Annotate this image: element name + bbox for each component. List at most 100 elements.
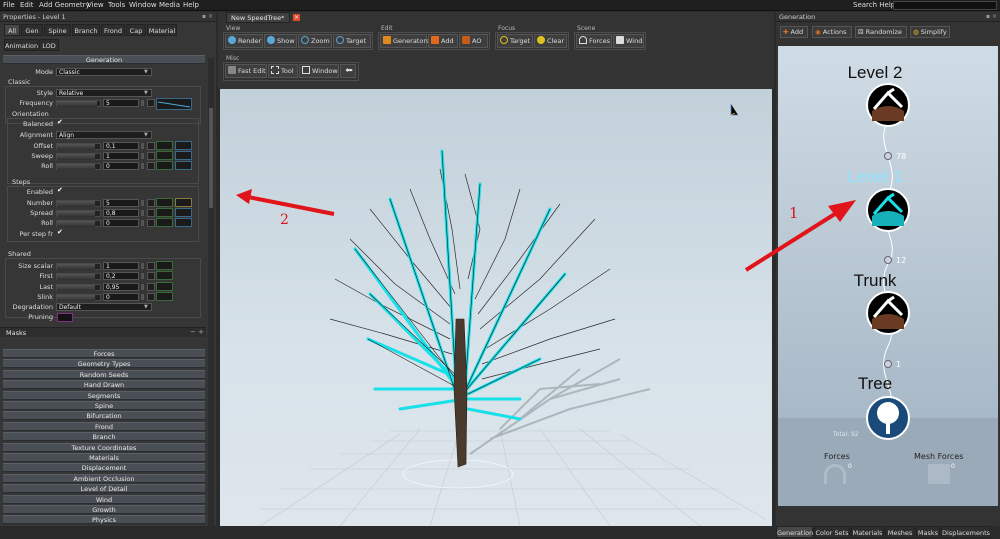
frequency-stepper[interactable]	[140, 99, 145, 107]
masks-add-remove-icon[interactable]: − +	[190, 328, 204, 336]
3d-viewport[interactable]: 2	[220, 89, 772, 526]
roll-curve-a[interactable]	[156, 161, 173, 170]
tab-all[interactable]: All	[4, 24, 20, 36]
number-mode-dropdown[interactable]	[147, 199, 155, 207]
first-stepper[interactable]	[140, 272, 145, 280]
roll-stepper[interactable]	[140, 162, 145, 170]
offset-curve-b[interactable]	[175, 141, 192, 150]
number-curve-b[interactable]	[175, 198, 192, 207]
spread-curve-b[interactable]	[175, 208, 192, 217]
close-tab-icon[interactable]: ×	[293, 14, 300, 21]
offset-stepper[interactable]	[140, 142, 145, 150]
number-stepper[interactable]	[140, 199, 145, 207]
wind-button[interactable]: Wind	[613, 34, 644, 48]
search-input[interactable]	[893, 1, 997, 10]
section-geometry-types[interactable]: Geometry Types	[3, 359, 205, 369]
sweep-mode-dropdown[interactable]	[147, 152, 155, 160]
size-scalar-mode-dropdown[interactable]	[147, 262, 155, 270]
last-stepper[interactable]	[140, 283, 145, 291]
last-mode-dropdown[interactable]	[147, 283, 155, 291]
menu-view[interactable]: View	[87, 1, 104, 9]
target-button[interactable]: Target	[333, 34, 371, 48]
section-level-of-detail[interactable]: Level of Detail	[3, 484, 205, 494]
enabled-checkbox[interactable]: ✔	[57, 186, 63, 194]
number-field[interactable]: 5	[103, 199, 139, 207]
first-mode-dropdown[interactable]	[147, 272, 155, 280]
size-scalar-curve[interactable]	[156, 261, 173, 270]
sweep-curve-b[interactable]	[175, 151, 192, 160]
node-level1-selected[interactable]	[866, 188, 910, 232]
style-dropdown[interactable]: Relative ▼	[56, 89, 152, 97]
sweep-slider[interactable]	[56, 153, 101, 160]
roll2-curve-a[interactable]	[156, 218, 173, 227]
focus-target-button[interactable]: Target	[497, 34, 533, 48]
generators-button[interactable]: Generators	[380, 34, 429, 48]
roll-field[interactable]: 0	[103, 162, 139, 170]
generation-section-header[interactable]: Generation	[3, 55, 205, 64]
last-curve[interactable]	[156, 282, 173, 291]
render-button[interactable]: Render	[225, 34, 263, 48]
number-curve-a[interactable]	[156, 198, 173, 207]
section-branch[interactable]: Branch	[3, 432, 205, 442]
offset-curve-a[interactable]	[156, 141, 173, 150]
roll-slider[interactable]	[56, 163, 101, 170]
section-texture-coordinates[interactable]: Texture Coordinates	[3, 442, 205, 452]
tab-generation[interactable]: Generation	[776, 526, 813, 538]
frequency-mode-dropdown[interactable]	[147, 99, 155, 107]
first-field[interactable]: 0,2	[103, 272, 139, 280]
zoom-button[interactable]: Zoom	[298, 34, 332, 48]
properties-scrollbar[interactable]	[208, 58, 214, 526]
gen-simplify-button[interactable]: ◍ Simplify	[910, 26, 950, 38]
menu-media[interactable]: Media	[159, 1, 180, 9]
node-tree[interactable]	[866, 396, 910, 440]
tab-masks[interactable]: Masks	[916, 526, 940, 538]
scrollbar-thumb[interactable]	[209, 108, 213, 208]
roll2-field[interactable]: 0	[103, 219, 139, 227]
frequency-field[interactable]: 5	[103, 99, 139, 107]
degradation-dropdown[interactable]: Default ▼	[56, 303, 152, 311]
tab-cap[interactable]: Cap	[126, 24, 146, 36]
slink-curve[interactable]	[156, 292, 173, 301]
section-segments[interactable]: Segments	[3, 390, 205, 400]
window-button[interactable]: Window	[299, 64, 339, 78]
tab-branch[interactable]: Branch	[72, 24, 100, 36]
document-tab[interactable]: New SpeedTree*	[226, 12, 290, 23]
slink-mode-dropdown[interactable]	[147, 293, 155, 301]
section-wind[interactable]: Wind	[3, 494, 205, 504]
show-button[interactable]: Show	[264, 34, 297, 48]
tab-gen[interactable]: Gen	[21, 24, 43, 36]
per-step-checkbox[interactable]: ✔	[57, 228, 63, 236]
tab-color-sets[interactable]: Color Sets	[814, 526, 850, 538]
roll2-mode-dropdown[interactable]	[147, 219, 155, 227]
section-displacement[interactable]: Displacement	[3, 463, 205, 473]
roll2-stepper[interactable]	[140, 219, 145, 227]
pruning-mask-swatch[interactable]	[57, 313, 73, 322]
forces-button[interactable]: Forces	[576, 34, 612, 48]
tab-lod[interactable]: LOD	[39, 39, 59, 51]
slink-slider[interactable]	[56, 294, 101, 301]
tool-button[interactable]: Tool	[268, 64, 298, 78]
masks-header[interactable]: Masks − +	[0, 327, 206, 337]
last-field[interactable]: 0,95	[103, 283, 139, 291]
panel-controls-icon[interactable]: ▪ ×	[986, 12, 997, 22]
spread-stepper[interactable]	[140, 209, 145, 217]
section-spine[interactable]: Spine	[3, 401, 205, 410]
gen-randomize-button[interactable]: ⚄ Randomize	[855, 26, 907, 38]
section-bifurcation[interactable]: Bifurcation	[3, 411, 205, 421]
offset-field[interactable]: 0,1	[103, 142, 139, 150]
add-button[interactable]: Add	[428, 34, 458, 48]
first-slider[interactable]	[56, 273, 101, 280]
node-trunk[interactable]	[866, 291, 910, 335]
roll2-curve-b[interactable]	[175, 218, 192, 227]
first-curve[interactable]	[156, 271, 173, 280]
menu-add-geometry[interactable]: Add Geometry	[39, 1, 90, 9]
section-materials[interactable]: Materials	[3, 453, 205, 462]
gen-actions-button[interactable]: ◉ Actions	[812, 26, 852, 38]
section-forces[interactable]: Forces	[3, 349, 205, 358]
spread-curve-a[interactable]	[156, 208, 173, 217]
tab-spine[interactable]: Spine	[44, 24, 71, 36]
size-scalar-stepper[interactable]	[140, 262, 145, 270]
tab-animation[interactable]: Animation	[4, 39, 38, 51]
fast-edit-button[interactable]: Fast Edit	[225, 64, 267, 78]
offset-mode-dropdown[interactable]	[147, 142, 155, 150]
